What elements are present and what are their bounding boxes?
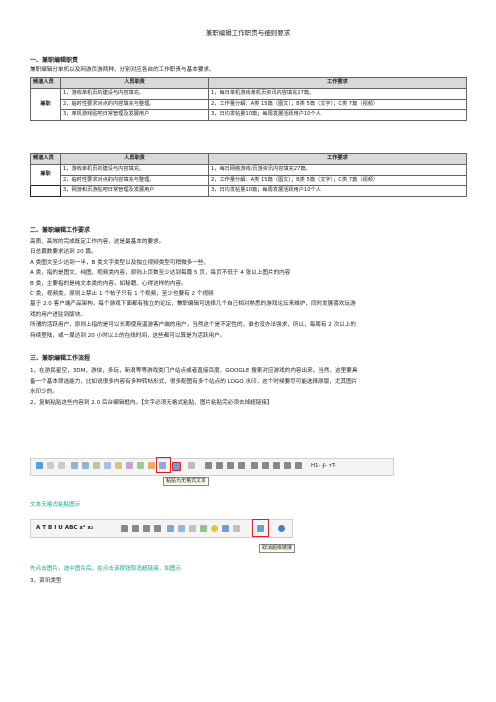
- outdent-icon[interactable]: [273, 462, 280, 469]
- spell-icon[interactable]: [126, 462, 133, 469]
- block-icon[interactable]: [295, 462, 302, 469]
- flow-line: 1，在游民星空，3DM，游侠，多玩，新浪等等游戏类门户站点或者直接百度、GOOG…: [30, 368, 358, 374]
- req-2: 2，工作量分解：A类 15篇（图文）；B类 5篇（文字）；C类 7篇（视频）: [208, 174, 467, 186]
- section1-heading: 一、兼职编辑职责: [30, 57, 79, 64]
- section2-heading: 二、兼职编辑工作要求: [30, 227, 91, 234]
- req-line: 所谓的活跃用户，原则上指的是可以长期使用温游客户端的用户，当然这个是不定性的，谁…: [30, 322, 356, 329]
- emoji-icon[interactable]: [211, 525, 218, 532]
- table-icon[interactable]: [167, 525, 174, 532]
- duty-3: 3，单机游戏贴吧日常管理及发展用户: [60, 109, 209, 121]
- editor-toolbar-1: H1- ∮- ᴛT-: [30, 458, 394, 476]
- find-icon[interactable]: [115, 462, 122, 469]
- req-line: B 类，主要指的是纯文本类的内容，如秘籍、心得这样的内容。: [30, 280, 187, 287]
- align-icon[interactable]: [121, 525, 128, 532]
- remove-format-icon[interactable]: [188, 462, 195, 469]
- help-icon[interactable]: [278, 525, 285, 532]
- flow-line: 2，复制粘贴这些内容到 2.0 后台编辑框内。【文字必须无格式粘贴、图片粘贴完必…: [30, 399, 273, 406]
- req-line: 高质、高效的完成既定工作内容，这是最基本的要求。: [30, 239, 165, 245]
- tooltip-unlink: 取消超级链接: [259, 544, 296, 553]
- section3-body: 1，在游民星空，3DM，游侠，多玩，新浪等等游戏类门户站点或者直接百度、GOOG…: [30, 368, 357, 407]
- align-justify-icon[interactable]: [238, 462, 245, 469]
- align-icon[interactable]: [132, 525, 139, 532]
- image-icon[interactable]: [178, 525, 185, 532]
- paste-plain-icon[interactable]: [172, 462, 181, 471]
- align-icon[interactable]: [154, 525, 161, 532]
- highlight-box-1: [156, 457, 171, 473]
- col-duty: 人员职责: [60, 153, 209, 165]
- col-req: 工作要求: [208, 77, 467, 89]
- req-line: 持续登陆，或一周达到 20 小时以上的在线时间，这些都可以算是为活跃用户。: [30, 332, 226, 339]
- req-line: A 类，指的是图文、纯图、视频类内容，原则上页数至少达到每篇 5 页，每页不低于…: [30, 270, 291, 277]
- cut-icon[interactable]: [71, 462, 78, 469]
- role-label: 兼职: [30, 164, 61, 186]
- align-right-icon[interactable]: [227, 462, 234, 469]
- tooltip-paste-plain: 粘贴为无格式文本: [163, 477, 210, 486]
- step3-label: 3，资讯类型: [30, 578, 62, 584]
- duty-2: 2，临时性要求对点的内容填充与整理。: [60, 98, 209, 110]
- duty-table-1: 频道人员 人员职责 工作要求 兼职 1，游戏单机页的建设与内容填充。 1，每日单…: [30, 77, 467, 121]
- flow-line: 备一个基本筛选能力，比如说很多内容有多种转帖形式，很多配图有多个站点的 LOGO…: [30, 378, 358, 385]
- duty-table-2: 频道人员 人员职责 工作要求 兼职 1，游戏单机页的建设与内容填充。 1，每日网…: [30, 153, 467, 197]
- align-icon[interactable]: [143, 525, 150, 532]
- req-line: 戏的用户进驻到版块。: [30, 311, 86, 318]
- col-channel: 频道人员: [30, 153, 61, 165]
- anchor-icon[interactable]: [233, 525, 240, 532]
- select-all-icon[interactable]: [137, 462, 144, 469]
- heading-font-size-dropdowns[interactable]: H1- ∮- ᴛT-: [311, 463, 337, 470]
- col-channel: 频道人员: [30, 77, 61, 89]
- req-3: 3，日均发帖量10篇；每周发展活跃用户10个人: [208, 185, 467, 197]
- req-1: 1，每日网络游戏/页游资讯内容填充27篇。: [208, 164, 467, 176]
- copy-icon[interactable]: [82, 462, 89, 469]
- source-icon[interactable]: [36, 462, 43, 469]
- role-label: 兼职: [30, 88, 61, 121]
- format-icon[interactable]: [148, 462, 155, 469]
- section1-intro: 兼职编辑分单机以及网游页游两种，分别对应各自的工作职责与基本要求。: [30, 67, 215, 73]
- flow-line: 水印少的。: [30, 389, 58, 396]
- section3-heading: 三、兼职编辑工作流程: [30, 355, 91, 362]
- format-buttons[interactable]: A T B I U ABC x² x₂: [36, 525, 93, 532]
- selected-cell[interactable]: [30, 185, 61, 197]
- paste-icon[interactable]: [93, 462, 100, 469]
- req-2: 2，工作量分解：A类 15篇（图文）；B类 5篇（文字）；C类 7篇（视频）: [208, 98, 467, 110]
- caption-unlink: 先点击图片，选中图片后，在点击该按钮取消超链接，如图示: [30, 566, 182, 572]
- hr-icon[interactable]: [189, 525, 196, 532]
- col-duty: 人员职责: [60, 77, 209, 89]
- section2-body: 高质、高效的完成既定工作内容，这是最基本的要求。 日总篇数要求达到 20 篇。 …: [30, 239, 356, 340]
- align-left-icon[interactable]: [205, 462, 212, 469]
- req-1: 1，每日单机游戏单机页资讯内容填充27篇。: [208, 88, 467, 100]
- link-icon[interactable]: [222, 525, 229, 532]
- duty-2: 2，临时性要求对点的内容填充与整理。: [60, 174, 209, 186]
- caption-plain-paste: 文本无格式粘贴图示: [30, 502, 81, 508]
- duty-1: 1，游戏单机页的建设与内容填充。: [60, 164, 209, 176]
- req-line: 日总篇数要求达到 20 篇。: [30, 249, 97, 256]
- indent-icon[interactable]: [284, 462, 291, 469]
- redo-icon[interactable]: [58, 462, 65, 469]
- unordered-list-icon[interactable]: [262, 462, 269, 469]
- doc-title: 兼职编辑工作职责与细则要求: [205, 29, 291, 37]
- col-req: 工作要求: [208, 153, 467, 165]
- req-line: C 类，视频类，原则上禁止 1 个帖子只有 1 个视频，至少也要有 2 个视频: [30, 290, 214, 297]
- flash-icon[interactable]: [200, 525, 207, 532]
- req-line: 基于 2.0 客户端产品架构，每个游戏下面都有独立的论坛，兼职编辑可选择几个自己…: [30, 301, 356, 308]
- duty-3: 3，网游和页游贴吧日常管理及发展用户: [60, 185, 209, 197]
- align-center-icon[interactable]: [216, 462, 223, 469]
- paste-word-icon[interactable]: [104, 462, 111, 469]
- undo-icon[interactable]: [47, 462, 54, 469]
- ordered-list-icon[interactable]: [251, 462, 258, 469]
- req-line: A 类图文至少达到一半，B 类文字类型以及独立视频类型可稍微多一些。: [30, 259, 210, 266]
- highlight-box-2: [252, 519, 269, 537]
- req-3: 3，日均发帖量10篇；每周发展活跃用户10个人: [208, 109, 467, 121]
- duty-1: 1，游戏单机页的建设与内容填充。: [60, 88, 209, 100]
